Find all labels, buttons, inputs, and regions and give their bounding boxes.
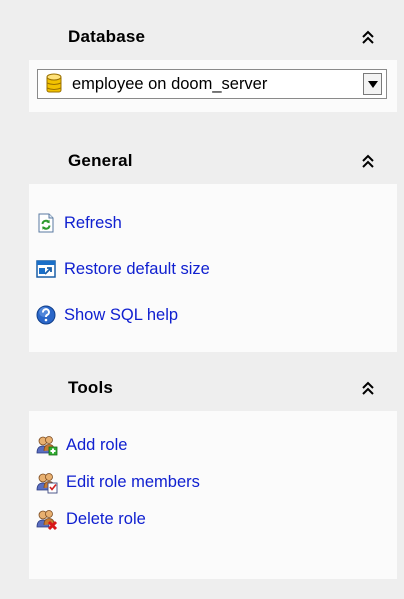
general-panel: General Refresh Restore default size Sho… [29, 138, 397, 352]
dropdown-arrow-button[interactable] [363, 73, 382, 95]
add-role-icon [36, 435, 58, 455]
collapse-chevron-icon[interactable] [361, 153, 375, 169]
refresh-icon [38, 213, 54, 233]
help-icon [36, 305, 56, 325]
edit-role-members-label: Edit role members [66, 473, 200, 491]
general-panel-title: General [68, 151, 133, 170]
restore-default-size-label: Restore default size [64, 259, 210, 278]
database-panel-title: Database [68, 27, 146, 46]
tools-panel-title: Tools [68, 378, 114, 397]
add-role-link[interactable]: Add role [29, 427, 397, 464]
collapse-chevron-icon[interactable] [361, 29, 375, 45]
add-role-label: Add role [66, 436, 128, 454]
refresh-label: Refresh [64, 213, 122, 232]
restore-default-size-link[interactable]: Restore default size [29, 246, 397, 292]
show-sql-help-link[interactable]: Show SQL help [29, 292, 397, 338]
edit-role-members-link[interactable]: Edit role members [29, 464, 397, 501]
collapse-chevron-icon[interactable] [361, 380, 375, 396]
delete-role-label: Delete role [66, 510, 146, 528]
edit-role-members-icon [36, 472, 58, 493]
database-select[interactable]: employee on doom_server [37, 69, 387, 99]
tools-panel-header[interactable]: Tools [29, 365, 397, 411]
tools-panel-body: Add role Edit role members Delete role [29, 411, 397, 579]
database-panel: Database employee on doom_server [29, 14, 397, 112]
show-sql-help-label: Show SQL help [64, 305, 179, 324]
restore-size-icon [36, 260, 56, 278]
database-panel-body: employee on doom_server [29, 60, 397, 112]
tools-panel: Tools Add role Edit role members Delete … [29, 365, 397, 579]
chevron-down-icon [367, 80, 378, 88]
general-panel-header[interactable]: General [29, 138, 397, 184]
delete-role-icon [36, 509, 58, 530]
database-select-value: employee on doom_server [72, 74, 268, 93]
database-panel-header[interactable]: Database [29, 14, 397, 60]
delete-role-link[interactable]: Delete role [29, 501, 397, 538]
refresh-link[interactable]: Refresh [29, 200, 397, 246]
general-panel-body: Refresh Restore default size Show SQL he… [29, 184, 397, 352]
database-icon [46, 73, 62, 93]
